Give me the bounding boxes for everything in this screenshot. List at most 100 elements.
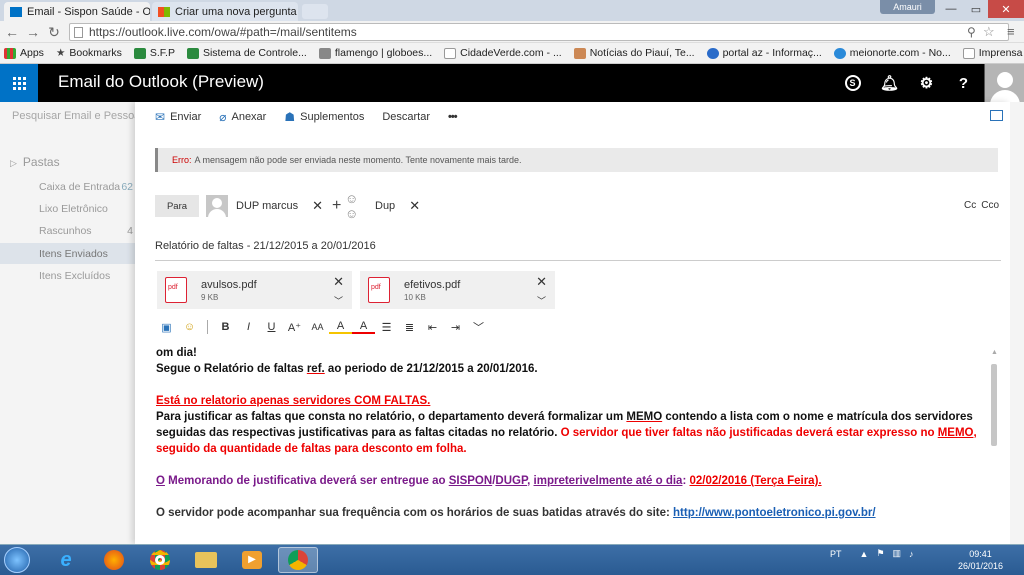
help-icon[interactable]: ? <box>945 64 982 102</box>
app-launcher-icon[interactable] <box>0 64 38 102</box>
folder-sent[interactable]: Itens Enviados <box>0 243 135 264</box>
chevron-down-icon[interactable]: ﹀ <box>537 294 546 307</box>
maximize-button[interactable]: ▭ <box>964 0 988 18</box>
url-text: https://outlook.live.com/owa/#path=/mail… <box>89 25 357 39</box>
recipient-chip[interactable]: ☺☺ Dup ✕ <box>345 191 420 221</box>
remove-recipient-icon[interactable]: ✕ <box>409 198 420 214</box>
attachment-card[interactable]: pdf avulsos.pdf 9 KB ✕ ﹀ <box>157 271 352 309</box>
chrome-profile-name[interactable]: Amauri <box>880 0 935 14</box>
site-link[interactable]: http://www.pontoeletronico.pi.gov.br/ <box>673 507 876 519</box>
add-icon[interactable]: + <box>332 197 341 215</box>
bookmark-portal-az[interactable]: portal az - Informaç... <box>706 47 822 59</box>
bold-icon[interactable]: B <box>214 321 237 333</box>
font-color-icon[interactable]: A <box>352 320 375 334</box>
pdf-file-icon: pdf <box>368 277 390 303</box>
bookmark-sistema-controle[interactable]: Sistema de Controle... <box>186 47 307 59</box>
increase-indent-icon[interactable]: ⇥ <box>444 321 467 334</box>
search-input[interactable]: Pesquisar Email e Pessoas <box>12 110 146 122</box>
pdf-file-icon: pdf <box>165 277 187 303</box>
app-title[interactable]: Email do Outlook (Preview) <box>58 72 264 92</box>
address-bar[interactable]: https://outlook.live.com/owa/#path=/mail… <box>69 23 1009 41</box>
bookmark-noticias-piaui[interactable]: Notícias do Piauí, Te... <box>573 47 695 59</box>
subject-field[interactable]: Relatório de faltas - 21/12/2015 a 20/01… <box>155 225 1001 261</box>
attach-button[interactable]: ⌀ Anexar <box>219 110 266 124</box>
underline-icon[interactable]: U <box>260 321 283 333</box>
bookmark-meionorte[interactable]: meionorte.com - No... <box>833 47 951 59</box>
minimize-button[interactable]: — <box>938 0 964 18</box>
bookmark-flamengo[interactable]: flamengo | globoes... <box>318 47 432 59</box>
close-window-button[interactable]: ✕ <box>988 0 1024 18</box>
scrollbar-thumb[interactable] <box>991 364 997 446</box>
toolbar-divider <box>207 320 208 334</box>
numbering-icon[interactable]: ≣ <box>398 321 421 334</box>
more-options-button[interactable]: ••• <box>448 111 458 123</box>
file-explorer-icon[interactable] <box>186 547 226 573</box>
chevron-down-icon[interactable]: ﹀ <box>334 294 343 307</box>
avatar[interactable] <box>984 64 1024 102</box>
chevron-down-icon[interactable]: ﹀ <box>467 319 490 335</box>
remove-attachment-icon[interactable]: ✕ <box>333 274 344 290</box>
recipient-chip[interactable]: DUP marcus ✕ <box>206 195 323 217</box>
bullets-icon[interactable]: ☰ <box>375 321 398 334</box>
cc-link[interactable]: Cc <box>964 200 976 211</box>
bookmark-cidadeverde[interactable]: CidadeVerde.com - ... <box>444 47 562 59</box>
italic-icon[interactable]: I <box>237 321 260 333</box>
bookmark-apps[interactable]: Apps <box>4 47 44 59</box>
skype-icon[interactable]: S <box>834 64 871 102</box>
remove-recipient-icon[interactable]: ✕ <box>312 198 323 214</box>
message-body[interactable]: om dia! Segue o Relatório de faltas ref.… <box>156 345 992 521</box>
emoji-icon[interactable]: ☺ <box>178 321 201 333</box>
bookmark-star-icon[interactable]: ☆ <box>983 24 995 40</box>
media-player-icon[interactable]: ▶ <box>232 547 272 573</box>
discard-button[interactable]: Descartar <box>382 111 430 123</box>
font-size-icon[interactable]: AA <box>306 322 329 332</box>
clock[interactable]: 09:41 26/01/2016 <box>958 548 1003 572</box>
windows-start-icon[interactable] <box>4 547 30 573</box>
highlight-icon[interactable]: A <box>329 320 352 334</box>
chrome-menu-icon[interactable]: ≡ <box>1007 24 1015 39</box>
scroll-up-icon[interactable]: ▲ <box>991 349 998 356</box>
flag-icon[interactable]: ⚑ <box>876 548 884 559</box>
new-tab-button[interactable] <box>302 4 328 19</box>
decrease-indent-icon[interactable]: ⇤ <box>421 321 444 334</box>
show-hidden-icons-icon[interactable]: ▲ <box>860 549 869 559</box>
tab-criar-pergunta[interactable]: Criar uma nova pergunta o ✕ <box>152 2 298 21</box>
chrome-icon[interactable] <box>140 547 180 573</box>
popout-icon[interactable] <box>990 110 1003 121</box>
internet-explorer-icon[interactable]: e <box>46 547 86 573</box>
bookmark-imprensa-nacional[interactable]: Imprensa Nacional -... <box>962 47 1024 59</box>
bookmarks-bar: Apps ★ Bookmarks S.F.P Sistema de Control… <box>0 43 1024 64</box>
back-arrow-icon[interactable]: ← <box>3 24 21 40</box>
folder-drafts[interactable]: Rascunhos 4 <box>0 220 135 241</box>
folder-junk[interactable]: Lixo Eletrônico <box>0 198 135 219</box>
forward-arrow-icon[interactable]: → <box>24 24 42 40</box>
attachment-card[interactable]: pdf efetivos.pdf 10 KB ✕ ﹀ <box>360 271 555 309</box>
remove-attachment-icon[interactable]: ✕ <box>536 274 547 290</box>
folder-inbox[interactable]: Caixa de Entrada 62 <box>0 176 135 197</box>
language-indicator[interactable]: PT <box>830 549 842 559</box>
bookmark-bookmarks[interactable]: ★ Bookmarks <box>56 47 122 59</box>
firefox-icon[interactable] <box>94 547 134 573</box>
network-icon[interactable]: ▥ <box>893 548 902 559</box>
tab-email[interactable]: Email - Sispon Saúde - Ou ✕ <box>4 2 150 21</box>
chrome-active-icon[interactable] <box>278 547 318 573</box>
gear-icon[interactable]: ⚙ <box>908 64 945 102</box>
reload-icon[interactable]: ↻ <box>45 24 63 40</box>
attachment-name: efetivos.pdf <box>404 278 461 291</box>
paperclip-icon: ⌀ <box>219 110 227 124</box>
font-size-up-icon[interactable]: A⁺ <box>283 321 306 334</box>
bell-icon[interactable]: 🔔︎ <box>871 64 908 102</box>
folder-deleted[interactable]: Itens Excluídos <box>0 265 135 286</box>
send-button[interactable]: ✉ Enviar <box>155 110 201 124</box>
addins-button[interactable]: ☗ Suplementos <box>284 110 364 124</box>
folders-section[interactable]: ▷ Pastas <box>10 155 60 169</box>
insert-picture-icon[interactable]: ▣ <box>155 321 178 334</box>
extension-icon[interactable]: ⚲ <box>967 25 976 39</box>
to-button[interactable]: Para <box>155 195 199 217</box>
addins-icon: ☗ <box>284 110 296 124</box>
bookmark-sfp[interactable]: S.F.P <box>133 47 175 59</box>
ati-icon <box>133 47 146 59</box>
volume-icon[interactable]: ♪ <box>909 549 914 559</box>
bcc-link[interactable]: Cco <box>981 200 999 211</box>
